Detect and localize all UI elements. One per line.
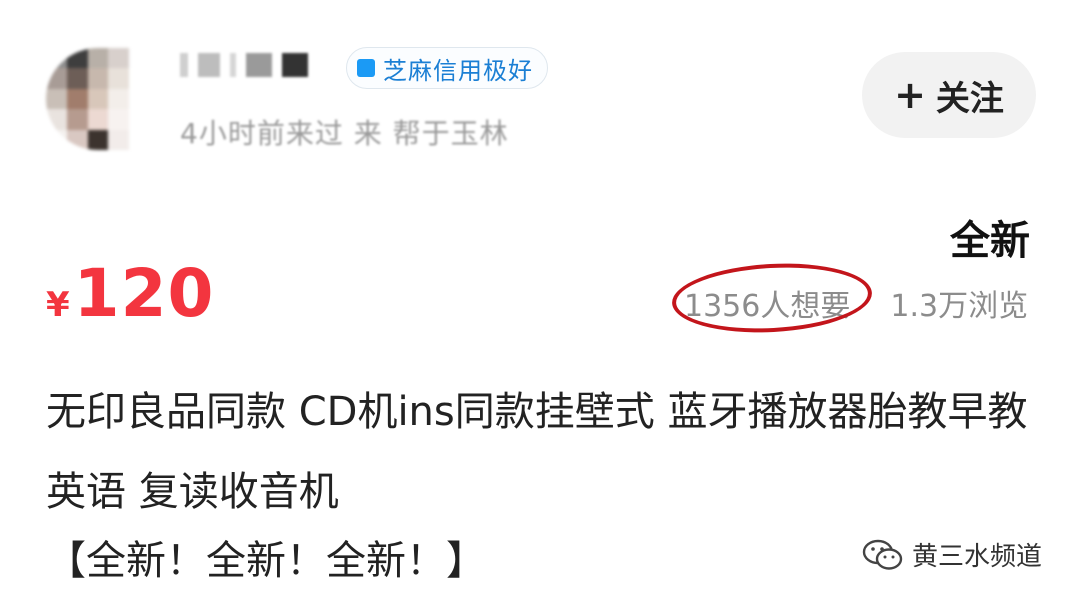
watermark: 黄三水频道 xyxy=(862,536,1042,573)
follow-button[interactable]: + 关注 xyxy=(862,52,1036,138)
seller-name-blurred[interactable] xyxy=(180,48,330,82)
views-count: 1.3万浏览 xyxy=(890,289,1029,324)
listing-tag-line: 【全新！全新！全新！】 xyxy=(46,538,486,584)
condition-tag: 全新 xyxy=(946,208,1036,266)
price-currency-symbol: ¥ xyxy=(46,285,70,325)
follow-button-label: 关注 xyxy=(935,78,1004,119)
credit-badge: 芝麻信用极好 xyxy=(346,47,548,89)
price: ¥ 120 xyxy=(46,255,214,332)
price-value: 120 xyxy=(73,255,215,332)
seller-meta-blurred: 4小时前来过 来 帮于玉林 xyxy=(180,117,509,150)
annotation-circle xyxy=(670,258,874,338)
listing-title: 无印良品同款 CD机ins同款挂壁式 蓝牙播放器胎教早教英语 复读收音机 xyxy=(46,389,1028,515)
credit-badge-label: 芝麻信用极好 xyxy=(383,56,533,85)
plus-icon: + xyxy=(894,73,926,117)
credit-icon xyxy=(357,59,375,77)
seller-avatar[interactable] xyxy=(46,48,150,150)
watermark-label: 黄三水频道 xyxy=(912,542,1043,572)
wechat-icon xyxy=(862,538,904,572)
